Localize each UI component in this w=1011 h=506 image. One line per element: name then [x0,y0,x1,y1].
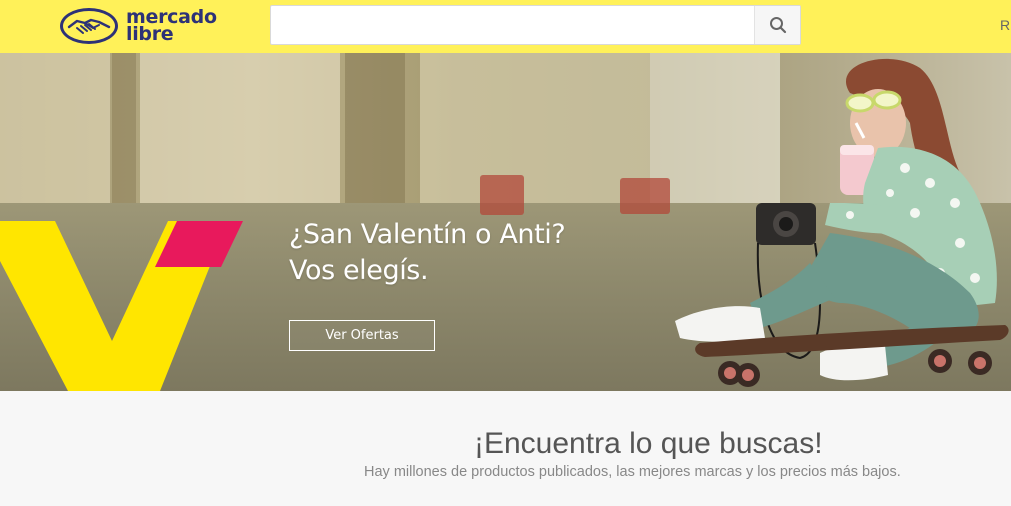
search-input[interactable] [271,6,754,44]
search-bar [270,5,801,45]
banner-headline-line1: ¿San Valentín o Anti? [289,219,566,250]
search-icon [769,17,786,34]
ver-ofertas-button[interactable]: Ver Ofertas [289,320,435,351]
logo-text-line2: libre [126,23,174,45]
hero-banner[interactable]: ¿San Valentín o Anti? Vos elegís. Ver Of… [0,53,1011,391]
header-nav-link[interactable]: R [1000,17,1010,33]
bg-red-object [480,175,524,215]
pink-accent-graphic [155,221,243,267]
bg-column [345,53,405,213]
top-header: mercado libre R [0,0,1011,53]
search-button[interactable] [754,6,800,44]
model-on-skateboard-image [675,58,1009,387]
bg-building [140,53,340,213]
bg-building [420,53,650,213]
bg-building [0,53,110,213]
mercadolibre-logo[interactable]: mercado libre [60,4,230,48]
intro-section: ¡Encuentra lo que buscas! Hay millones d… [0,391,1011,506]
section-title: ¡Encuentra lo que buscas! [474,427,823,460]
handshake-icon [60,8,118,44]
bg-column [112,53,136,213]
logo-wordmark: mercado libre [126,8,217,45]
section-subtitle: Hay millones de productos publicados, la… [364,464,901,480]
banner-headline-line2: Vos elegís. [289,255,429,286]
banner-headline: ¿San Valentín o Anti? Vos elegís. [289,217,566,289]
